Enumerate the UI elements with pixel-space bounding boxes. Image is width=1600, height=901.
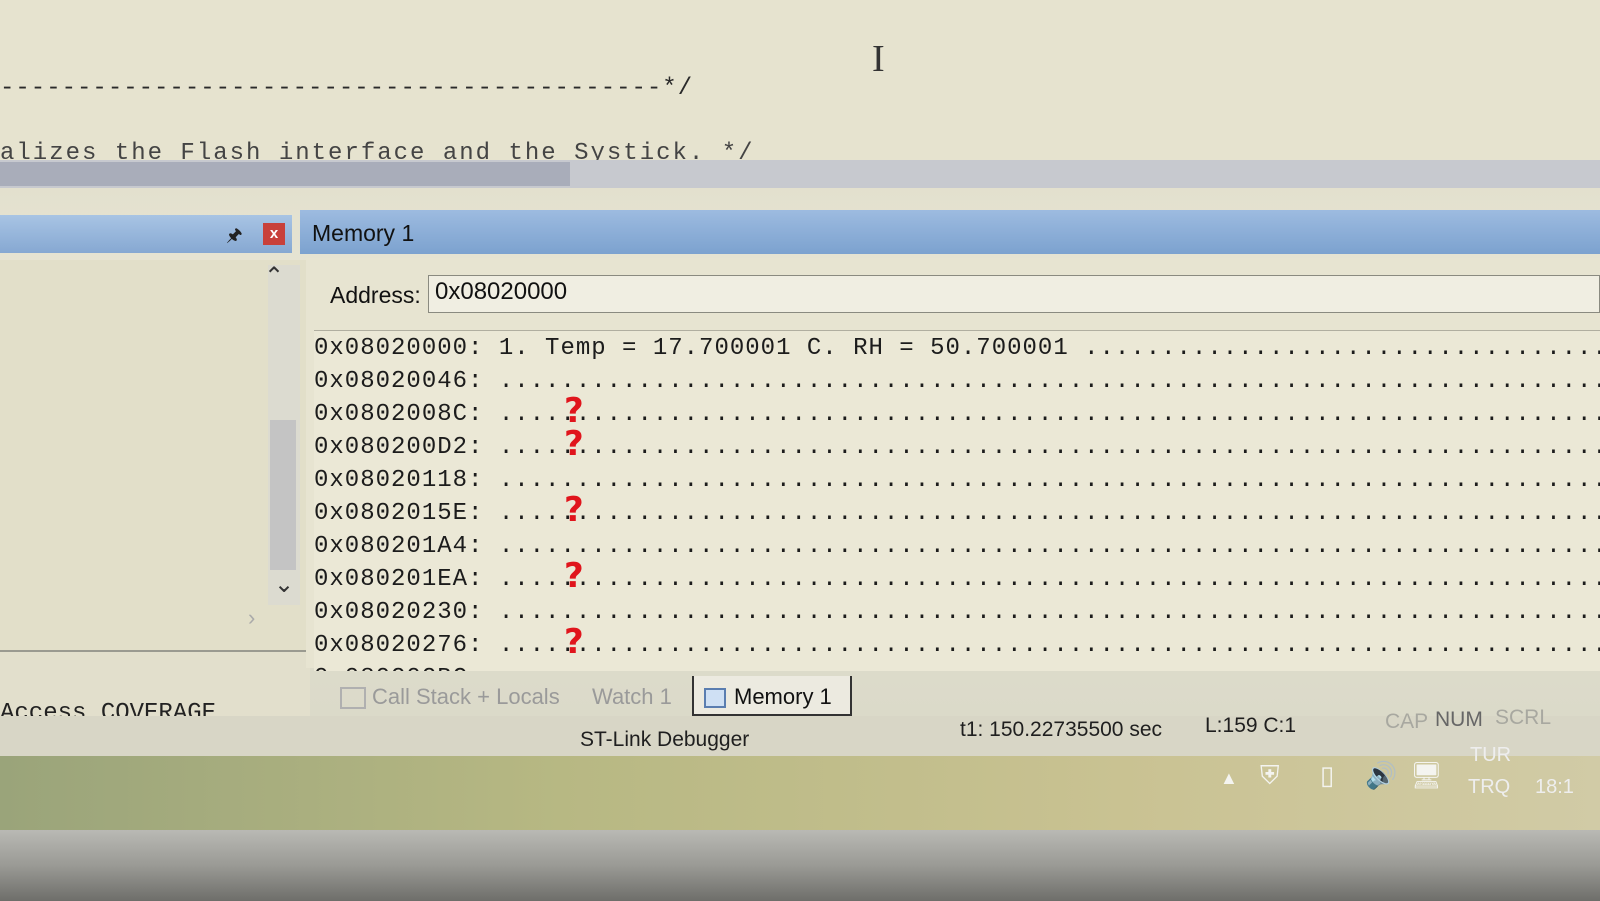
text-cursor-icon: I <box>872 38 885 80</box>
question-mark-annotation: ? <box>564 424 584 464</box>
volume-icon[interactable]: 🔊 <box>1365 760 1397 791</box>
tab-label: Memory 1 <box>734 684 832 709</box>
memory-row: 0x080201EA: ............................… <box>314 566 1600 593</box>
tab-watch[interactable]: Watch 1 <box>582 676 682 716</box>
cap-indicator: CAP <box>1385 710 1429 733</box>
question-mark-annotation: ? <box>564 556 584 596</box>
monitor-bezel <box>0 830 1600 901</box>
memory-row: 0x08020118: ............................… <box>314 467 1600 494</box>
show-hidden-icons-icon[interactable]: ▲ <box>1220 768 1238 789</box>
memory-window-title: Memory 1 <box>312 220 415 246</box>
chevron-up-icon[interactable]: ⌃ <box>264 262 284 291</box>
code-editor[interactable]: ----------------------------------------… <box>0 0 1600 160</box>
call-stack-icon <box>340 687 366 710</box>
code-line-comment: alizes the Flash interface and the Systi… <box>0 140 755 160</box>
tab-label: Call Stack + Locals <box>372 684 560 709</box>
scrollbar-thumb[interactable] <box>0 162 570 186</box>
memory-row: 0x08020046: ............................… <box>314 368 1600 395</box>
tab-memory[interactable]: Memory 1 <box>692 676 852 716</box>
address-input[interactable]: 0x08020000 <box>428 275 1600 313</box>
question-mark-annotation: ? <box>564 622 584 662</box>
question-mark-annotation: ? <box>564 490 584 530</box>
pin-icon[interactable]: 🖈 <box>226 223 243 253</box>
taskbar <box>0 756 1600 830</box>
memory-row: 0x08020230: ............................… <box>314 599 1600 626</box>
debugger-status: ST-Link Debugger <box>580 728 750 751</box>
cursor-position: L:159 C:1 <box>1205 714 1297 737</box>
left-panel-body <box>0 260 310 650</box>
num-indicator: NUM <box>1435 708 1483 731</box>
scrollbar-thumb[interactable] <box>270 420 296 570</box>
status-bar <box>0 716 1600 756</box>
left-panel-header: 🖈 x <box>0 215 292 253</box>
keyboard-layout[interactable]: TRQ <box>1468 776 1510 799</box>
chevron-down-icon[interactable]: ⌄ <box>274 570 294 599</box>
language-indicator[interactable]: TUR <box>1470 744 1511 767</box>
time-readout: t1: 150.22735500 sec <box>960 718 1163 741</box>
clock[interactable]: 18:1 <box>1535 776 1574 799</box>
memory-row: 0x08020276: ............................… <box>314 632 1600 659</box>
device-icon[interactable]: ▯ <box>1320 760 1334 791</box>
close-button[interactable]: x <box>263 223 285 245</box>
editor-horizontal-scrollbar[interactable] <box>0 160 1600 188</box>
memory-row: 0x0802015E: ............................… <box>314 500 1600 527</box>
memory-dump[interactable]: 0x08020000: 1. Temp = 17.700001 C. RH = … <box>314 330 1600 671</box>
memory-row: 0x080201A4: ............................… <box>314 533 1600 560</box>
memory-window-titlebar: Memory 1 <box>300 210 1600 254</box>
memory-row: 0x080200D2: ............................… <box>314 434 1600 461</box>
memory-row: 0x0802008C: ............................… <box>314 401 1600 428</box>
memory-window-icon <box>704 688 726 709</box>
monitor-screen: ----------------------------------------… <box>0 0 1600 830</box>
tab-call-stack-locals[interactable]: Call Stack + Locals <box>330 676 570 716</box>
code-line-comment-end: ----------------------------------------… <box>0 75 694 102</box>
memory-row: 0x08020000: 1. Temp = 17.700001 C. RH = … <box>314 335 1600 362</box>
network-icon[interactable]: 🖥 <box>1410 760 1443 791</box>
chevron-right-icon[interactable]: › <box>248 605 255 631</box>
memory-row: 0x080202BC: <box>314 665 483 671</box>
security-icon[interactable]: ⛨ <box>1260 760 1280 792</box>
address-label: Address: <box>330 282 421 308</box>
scrl-indicator: SCRL <box>1495 706 1552 729</box>
